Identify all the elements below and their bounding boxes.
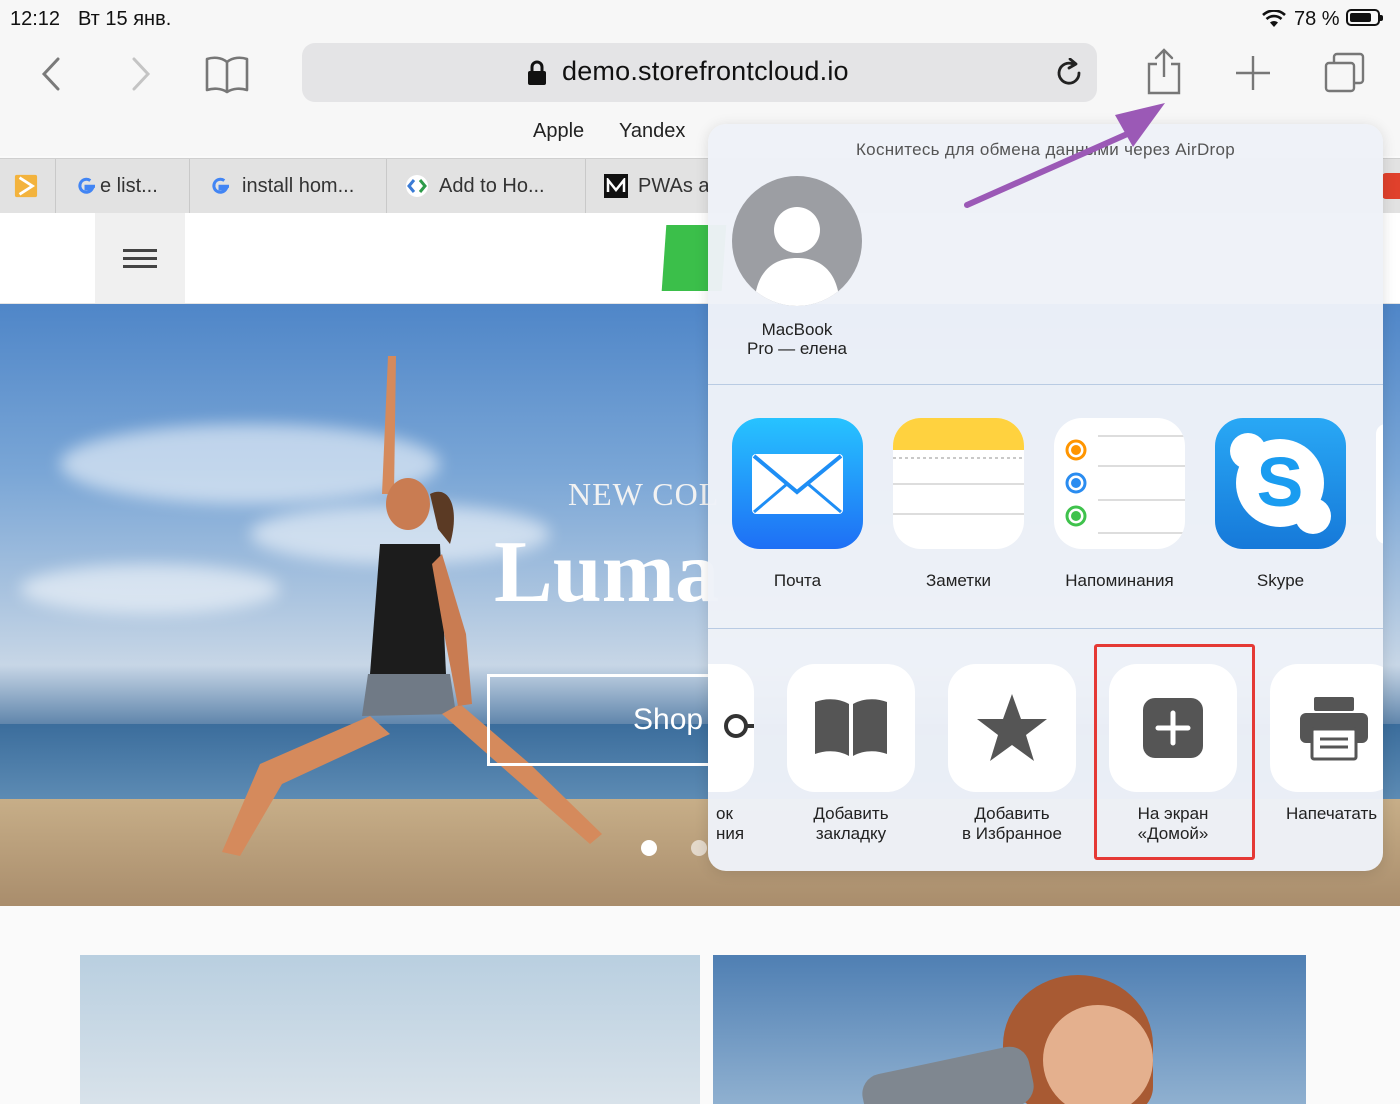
hero-eyebrow: NEW COL: [568, 476, 720, 512]
favorite-yandex[interactable]: Yandex: [619, 120, 685, 143]
annotation-arrow-icon: [964, 103, 1165, 208]
bookmarks-icon[interactable]: [203, 52, 251, 96]
action-label-line1: Напечатать: [1286, 804, 1378, 823]
action-label-line2: закладку: [815, 824, 887, 843]
share-app-label: Заметки: [925, 571, 992, 590]
battery-percent: 78 %: [1294, 8, 1340, 30]
status-time: 12:12: [10, 8, 61, 30]
reload-icon[interactable]: [1054, 57, 1084, 93]
status-bar: 12:12 Вт 15 янв. 78 %: [0, 0, 1400, 40]
share-app-label: Почта: [773, 571, 822, 590]
address-bar[interactable]: demo.storefrontcloud.io: [302, 43, 1097, 102]
status-date: Вт 15 янв.: [78, 8, 172, 30]
tab-title: PWAs a: [638, 174, 710, 197]
angular-icon: [1382, 173, 1400, 199]
action-copy[interactable]: ок ния: [708, 664, 754, 844]
action-label-line1: ок: [716, 804, 733, 823]
tab-item[interactable]: install hom...: [190, 159, 387, 213]
tab-item[interactable]: Add to Ho...: [387, 159, 586, 213]
contact-name-line1: MacBook: [761, 320, 833, 339]
action-label-line2: ния: [716, 824, 745, 843]
contact-name-line2: Pro — елена: [746, 339, 847, 358]
tab-title: e list...: [100, 174, 158, 197]
bookmark-icon: [787, 664, 915, 792]
share-app-label: Напоминания: [1065, 571, 1174, 590]
highlight-box: [1094, 644, 1255, 860]
airdrop-contact[interactable]: MacBook Pro — елена: [732, 176, 862, 358]
site-favicon-icon: [14, 174, 38, 198]
skype-icon: S: [1215, 418, 1346, 549]
star-icon: [948, 664, 1076, 792]
copy-icon: [708, 664, 754, 792]
share-app-mail[interactable]: Почта: [732, 418, 863, 591]
action-add-favorite[interactable]: Добавить в Избранное: [948, 664, 1076, 844]
tab-item[interactable]: PWAs a: [586, 159, 716, 213]
share-app-reminders[interactable]: Напоминания: [1054, 418, 1185, 591]
mail-icon: [732, 418, 863, 549]
action-label-line1: Добавить: [813, 804, 889, 823]
forward-icon[interactable]: [128, 54, 154, 94]
carousel-dot-active[interactable]: [641, 840, 657, 856]
share-icon[interactable]: [1143, 46, 1185, 96]
avatar: [732, 176, 862, 306]
carousel-dot[interactable]: [691, 840, 707, 856]
share-sheet: Коснитесь для обмена данными через AirDr…: [708, 124, 1383, 871]
tabs-overview-icon[interactable]: [1322, 50, 1368, 96]
reminders-icon: [1054, 418, 1185, 549]
notes-icon: [893, 418, 1024, 549]
promo-card-image[interactable]: [80, 955, 700, 1104]
url-text: demo.storefrontcloud.io: [562, 56, 849, 86]
favorite-apple[interactable]: Apple: [533, 120, 584, 143]
action-add-bookmark[interactable]: Добавить закладку: [787, 664, 915, 844]
divider: [708, 384, 1383, 385]
action-label-line2: в Избранное: [962, 824, 1062, 843]
lock-icon: [527, 60, 547, 91]
wifi-icon: [1262, 9, 1286, 33]
back-icon[interactable]: [38, 54, 64, 94]
web-dev-icon: [405, 174, 429, 198]
battery-icon: [1346, 9, 1383, 26]
svg-text:S: S: [1257, 443, 1304, 521]
tab-title: install hom...: [242, 174, 355, 197]
new-tab-icon[interactable]: [1232, 52, 1274, 94]
action-print[interactable]: Напечатать: [1270, 664, 1383, 824]
divider: [708, 628, 1383, 629]
action-label-line1: Добавить: [974, 804, 1050, 823]
hero-title: Luma: [494, 524, 719, 621]
hamburger-menu-icon[interactable]: [95, 213, 185, 303]
share-app-notes[interactable]: Заметки: [893, 418, 1024, 591]
shop-button-label: Shop: [633, 703, 704, 736]
medium-icon: [604, 174, 628, 198]
share-app-label: Skype: [1256, 571, 1305, 590]
print-icon: [1270, 664, 1383, 792]
tab-item[interactable]: e list...: [56, 159, 190, 213]
tab-pinned[interactable]: [0, 159, 56, 213]
google-icon: [74, 174, 98, 198]
promo-card-image[interactable]: [713, 955, 1306, 1104]
tab-title: Add to Ho...: [439, 174, 545, 197]
share-app-skype[interactable]: S Skype: [1215, 418, 1346, 591]
google-icon: [208, 174, 232, 198]
share-app-more[interactable]: [1376, 424, 1383, 544]
